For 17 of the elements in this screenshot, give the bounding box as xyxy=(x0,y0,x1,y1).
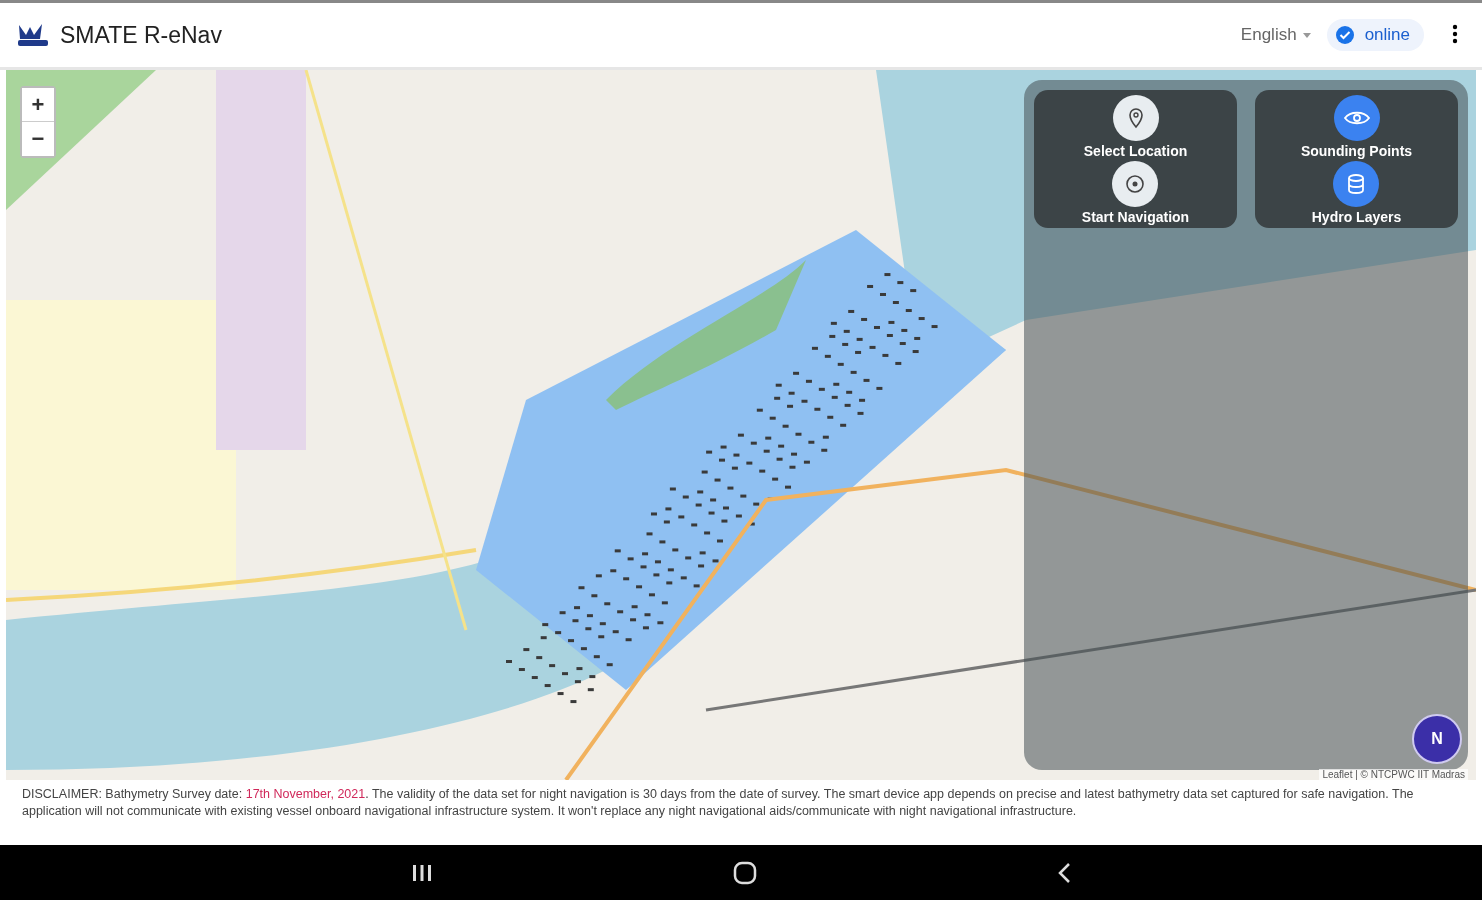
tool-button[interactable]: Start Navigation xyxy=(1077,160,1194,226)
tool-button[interactable]: Hydro Layers xyxy=(1307,160,1406,226)
tool-button[interactable]: Select Location xyxy=(1079,94,1192,160)
map-attribution: Leaflet | © NTCPWC IIT Madras xyxy=(1319,769,1468,780)
language-dropdown[interactable]: English xyxy=(1234,24,1317,46)
target-icon xyxy=(1124,173,1147,195)
caret-icon xyxy=(1302,32,1311,38)
back-icon[interactable] xyxy=(1057,861,1071,884)
home-icon[interactable] xyxy=(733,860,757,885)
zoom-in-button[interactable]: + xyxy=(22,88,54,122)
app-title: SMATE R-eNav xyxy=(60,21,222,49)
status-label: online xyxy=(1364,25,1410,45)
tool-button[interactable]: Sounding Points xyxy=(1296,94,1417,160)
check-circle-icon xyxy=(1334,25,1355,45)
eye-icon xyxy=(1343,110,1370,126)
recent-apps-icon[interactable] xyxy=(411,862,433,883)
more-vertical-icon xyxy=(1452,23,1458,44)
